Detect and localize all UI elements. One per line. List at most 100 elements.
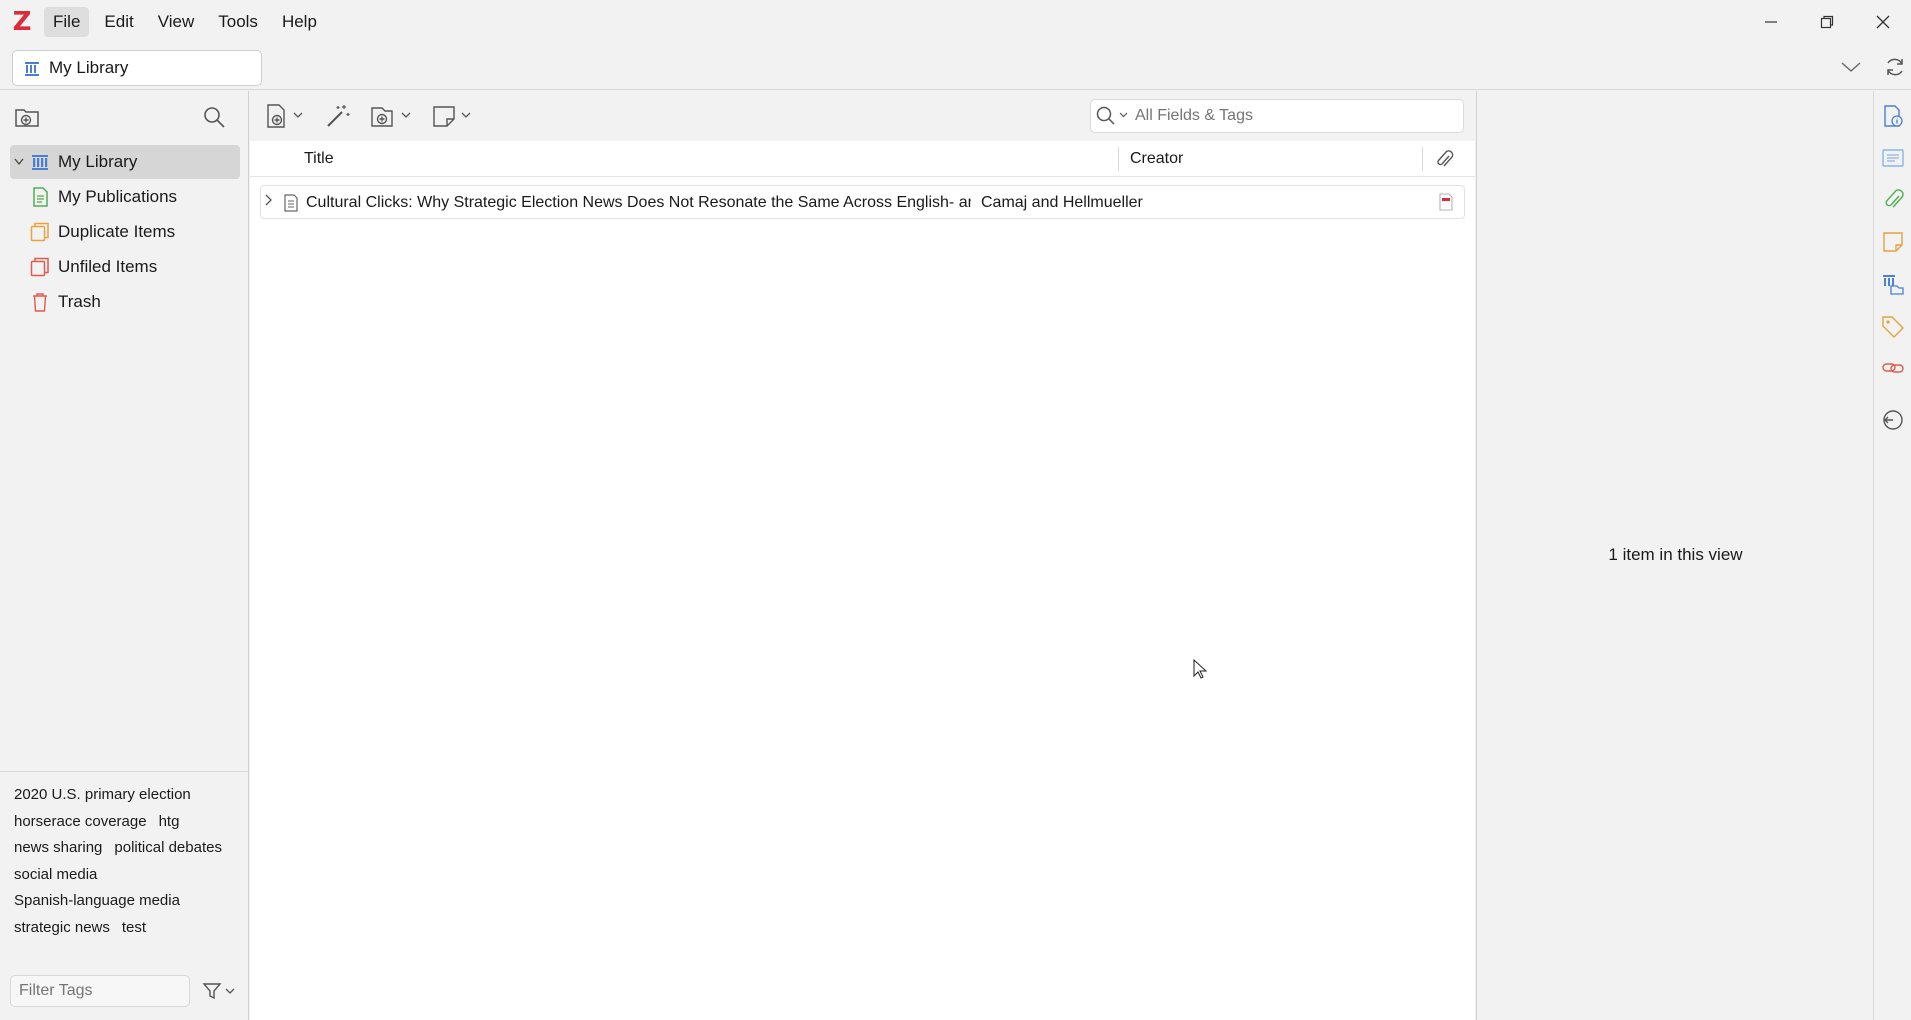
items-toolbar [250, 91, 1475, 141]
menubar: Z File Edit View Tools Help [0, 0, 1911, 44]
item-count-message: 1 item in this view [1608, 545, 1743, 564]
attachment-add-icon [371, 107, 411, 127]
collection-trash[interactable]: Trash [28, 285, 240, 319]
minimize-button[interactable] [1743, 0, 1799, 44]
chevron-down-icon [1841, 62, 1861, 72]
new-collection-icon [15, 109, 39, 127]
restore-icon [1820, 15, 1834, 29]
new-item-icon [267, 104, 303, 128]
chevron-down-icon[interactable] [10, 158, 28, 166]
collection-label: My Library [58, 152, 138, 171]
search-input[interactable] [1135, 107, 1435, 125]
collection-label: My Publications [58, 187, 178, 206]
tag[interactable]: horserace coverage [14, 809, 147, 836]
tag[interactable]: test [122, 915, 146, 942]
trash-icon [28, 290, 52, 314]
collections-toolbar [0, 91, 248, 143]
close-icon [1876, 15, 1890, 29]
column-divider[interactable] [1118, 147, 1119, 171]
collection-label: Unfiled Items [58, 257, 158, 276]
menu-tools[interactable]: Tools [209, 7, 267, 37]
collection-search-button[interactable] [196, 99, 232, 135]
search-mode-button[interactable] [1091, 100, 1135, 132]
sync-icon [1887, 58, 1903, 76]
column-attachments[interactable] [1434, 141, 1454, 177]
new-collection-button[interactable] [10, 99, 46, 135]
pdf-icon[interactable] [1438, 193, 1454, 216]
related-link-icon [1882, 363, 1904, 373]
mouse-cursor-icon [1193, 658, 1208, 684]
notes-section-button[interactable] [1878, 227, 1908, 257]
tab-bar: My Library [0, 44, 1911, 90]
tab-label: My Library [49, 58, 129, 77]
zotero-logo: Z [12, 7, 32, 37]
menu-view[interactable]: View [149, 7, 204, 37]
note-icon [433, 106, 471, 127]
menu: File Edit View Tools Help [44, 7, 332, 37]
tab-list-button[interactable] [1836, 54, 1866, 80]
new-item-button[interactable] [264, 99, 306, 133]
related-section-button[interactable] [1878, 353, 1908, 383]
column-creator[interactable]: Creator [1130, 141, 1183, 177]
column-divider[interactable] [1422, 147, 1423, 171]
tab-my-library[interactable]: My Library [12, 50, 262, 86]
tag-actions-button[interactable] [198, 977, 240, 1005]
collection-my-publications[interactable]: My Publications [28, 180, 240, 214]
window-controls [1743, 0, 1911, 44]
collection-my-library[interactable]: My Library [10, 145, 240, 179]
collections-pane: My Library My Publications Duplicate Ite… [0, 91, 249, 1020]
info-icon [1884, 105, 1903, 127]
sync-button[interactable] [1880, 52, 1910, 82]
note-icon [1883, 232, 1903, 252]
paperclip-icon [1885, 189, 1904, 208]
filter-icon [202, 983, 235, 1000]
restore-button[interactable] [1799, 0, 1855, 44]
collection-duplicate-items[interactable]: Duplicate Items [28, 215, 240, 249]
column-headers: Title Creator [250, 141, 1475, 177]
close-button[interactable] [1855, 0, 1911, 44]
info-section-button[interactable] [1878, 101, 1908, 131]
paperclip-icon [1437, 150, 1454, 167]
locate-section-button[interactable] [1878, 405, 1908, 435]
zotero-window: Z File Edit View Tools Help My Library M… [0, 0, 1911, 1020]
tag[interactable]: social media [14, 862, 97, 889]
tag[interactable]: htg [159, 809, 180, 836]
item-pane-sidenav [1873, 91, 1911, 1020]
collection-unfiled-items[interactable]: Unfiled Items [28, 250, 240, 284]
item-row[interactable]: Cultural Clicks: Why Strategic Election … [260, 185, 1465, 219]
abstract-section-button[interactable] [1878, 143, 1908, 173]
tag-list: 2020 U.S. primary election horserace cov… [14, 782, 242, 941]
tag[interactable]: news sharing [14, 835, 102, 862]
tag[interactable]: strategic news [14, 915, 110, 942]
tag[interactable]: Spanish-language media [14, 888, 180, 915]
add-attachment-button[interactable] [368, 99, 416, 133]
search-icon [1096, 106, 1128, 125]
libraries-collections-icon [1883, 275, 1904, 295]
column-title[interactable]: Title [304, 141, 334, 177]
magic-wand-icon [327, 105, 350, 127]
tag[interactable]: political debates [114, 835, 222, 862]
tag[interactable]: 2020 U.S. primary election [14, 782, 191, 809]
collection-label: Duplicate Items [58, 222, 176, 241]
search-icon [204, 107, 225, 128]
collection-label: Trash [58, 292, 101, 311]
tags-section-button[interactable] [1878, 311, 1908, 341]
libraries-collections-section-button[interactable] [1878, 269, 1908, 299]
tag-selector: 2020 U.S. primary election horserace cov… [0, 771, 249, 1020]
abstract-icon [1882, 149, 1904, 167]
tag-filter-row [10, 975, 245, 1009]
menu-edit[interactable]: Edit [95, 7, 142, 37]
chevron-right-icon[interactable] [265, 194, 273, 209]
duplicate-icon [28, 220, 52, 244]
add-by-identifier-button[interactable] [320, 99, 356, 133]
publications-icon [28, 185, 52, 209]
menu-help[interactable]: Help [273, 7, 326, 37]
menu-file[interactable]: File [44, 7, 90, 37]
locate-icon [1883, 410, 1903, 430]
unfiled-icon [28, 255, 52, 279]
item-pane: 1 item in this view [1476, 91, 1873, 1020]
filter-tags-input[interactable] [10, 975, 190, 1007]
attachments-section-button[interactable] [1878, 185, 1908, 215]
new-note-button[interactable] [428, 99, 476, 133]
journal-article-icon [283, 194, 299, 217]
